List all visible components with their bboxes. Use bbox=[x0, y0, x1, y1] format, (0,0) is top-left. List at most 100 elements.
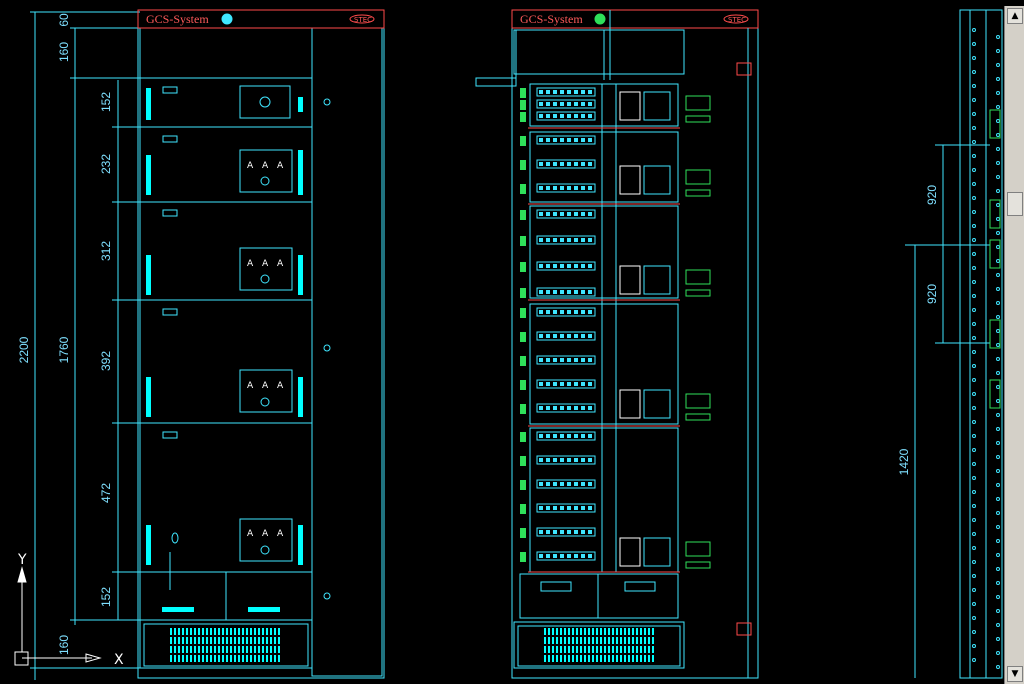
terminal-slot bbox=[588, 358, 592, 362]
terminal-slot bbox=[539, 290, 543, 294]
vent-slot bbox=[190, 628, 192, 635]
terminal-slot bbox=[574, 434, 578, 438]
vent-slot bbox=[620, 637, 622, 644]
vent-slot bbox=[246, 637, 248, 644]
terminal-slot bbox=[553, 434, 557, 438]
vent-slot bbox=[576, 637, 578, 644]
wire-bundle bbox=[520, 210, 526, 220]
terminal-slot bbox=[553, 382, 557, 386]
terminal-slot bbox=[588, 186, 592, 190]
terminal-slot bbox=[539, 458, 543, 462]
vent-slot bbox=[214, 628, 216, 635]
terminal-slot bbox=[553, 138, 557, 142]
terminal-slot bbox=[560, 310, 564, 314]
terminal-slot bbox=[546, 434, 550, 438]
meter-label-c2: A bbox=[262, 381, 269, 391]
terminal-slot bbox=[588, 382, 592, 386]
vent-slot bbox=[588, 628, 590, 635]
side-dim-2: 920 bbox=[925, 284, 939, 304]
vent-slot bbox=[230, 646, 232, 653]
vent-slot bbox=[652, 646, 654, 653]
vent-slot bbox=[604, 655, 606, 662]
terminal-slot bbox=[574, 310, 578, 314]
terminal-slot bbox=[574, 382, 578, 386]
meter-label-a2: A bbox=[262, 161, 269, 171]
vent-slot bbox=[238, 628, 240, 635]
terminal-slot bbox=[567, 382, 571, 386]
vent-slot bbox=[640, 655, 642, 662]
terminal-slot bbox=[588, 530, 592, 534]
cad-drawing-canvas[interactable]: 60 160 152 232 312 392 472 152 160 2200 … bbox=[0, 0, 1024, 684]
wire-bundle bbox=[520, 432, 526, 442]
vent-slot bbox=[548, 646, 550, 653]
terminal-slot bbox=[546, 102, 550, 106]
vent-slot bbox=[608, 655, 610, 662]
vent-slot bbox=[202, 646, 204, 653]
vent-slot bbox=[178, 655, 180, 662]
terminal-slot bbox=[567, 334, 571, 338]
terminal-slot bbox=[574, 334, 578, 338]
terminal-slot bbox=[560, 186, 564, 190]
terminal-slot bbox=[546, 382, 550, 386]
terminal-slot bbox=[588, 334, 592, 338]
vent-slot bbox=[584, 655, 586, 662]
dim-module-3: 312 bbox=[99, 241, 113, 261]
vent-slot bbox=[560, 628, 562, 635]
terminal-slot bbox=[553, 334, 557, 338]
vent-slot bbox=[604, 628, 606, 635]
vent-slot bbox=[250, 628, 252, 635]
vent-slot bbox=[616, 646, 618, 653]
terminal-slot bbox=[567, 434, 571, 438]
vent-slot bbox=[564, 646, 566, 653]
vent-slot bbox=[572, 646, 574, 653]
terminal-slot bbox=[539, 310, 543, 314]
vent-slot bbox=[636, 637, 638, 644]
vent-slot bbox=[580, 637, 582, 644]
vent-slot bbox=[592, 637, 594, 644]
terminal-slot bbox=[588, 162, 592, 166]
vent-slot bbox=[218, 628, 220, 635]
vent-slot bbox=[266, 637, 268, 644]
scroll-up-icon[interactable]: ▲ bbox=[1007, 8, 1023, 24]
wire-bundle bbox=[520, 288, 526, 298]
vent-slot bbox=[234, 628, 236, 635]
vent-slot bbox=[588, 646, 590, 653]
vent-slot bbox=[564, 637, 566, 644]
scroll-down-icon[interactable]: ▼ bbox=[1007, 666, 1023, 682]
vent-slot bbox=[576, 628, 578, 635]
vent-slot bbox=[640, 637, 642, 644]
vent-slot bbox=[596, 637, 598, 644]
vent-slot bbox=[624, 628, 626, 635]
terminal-slot bbox=[539, 434, 543, 438]
vent-slot bbox=[242, 628, 244, 635]
terminal-slot bbox=[588, 102, 592, 106]
wire-bundle bbox=[520, 262, 526, 272]
vent-slot bbox=[612, 628, 614, 635]
vent-slot bbox=[178, 646, 180, 653]
terminal-slot bbox=[539, 102, 543, 106]
axis-x-label: X bbox=[114, 652, 124, 668]
terminal-slot bbox=[567, 264, 571, 268]
terminal-slot bbox=[581, 102, 585, 106]
vent-slot bbox=[226, 646, 228, 653]
vent-slot bbox=[242, 655, 244, 662]
vent-slot bbox=[628, 628, 630, 635]
terminal-slot bbox=[581, 238, 585, 242]
vent-slot bbox=[262, 628, 264, 635]
terminal-slot bbox=[567, 458, 571, 462]
vent-slot bbox=[556, 655, 558, 662]
terminal-slot bbox=[553, 238, 557, 242]
meter-label-a1: A bbox=[247, 161, 254, 171]
terminal-slot bbox=[581, 334, 585, 338]
scroll-thumb[interactable] bbox=[1007, 192, 1023, 216]
vent-slot bbox=[556, 646, 558, 653]
vent-slot bbox=[568, 655, 570, 662]
vertical-scrollbar[interactable]: ▲ ▼ bbox=[1004, 6, 1024, 684]
vent-slot bbox=[190, 655, 192, 662]
meter-label-b2: A bbox=[262, 259, 269, 269]
terminal-slot bbox=[553, 530, 557, 534]
terminal-slot bbox=[581, 530, 585, 534]
vent-slot bbox=[648, 655, 650, 662]
vent-slot bbox=[246, 628, 248, 635]
vent-slot bbox=[616, 655, 618, 662]
